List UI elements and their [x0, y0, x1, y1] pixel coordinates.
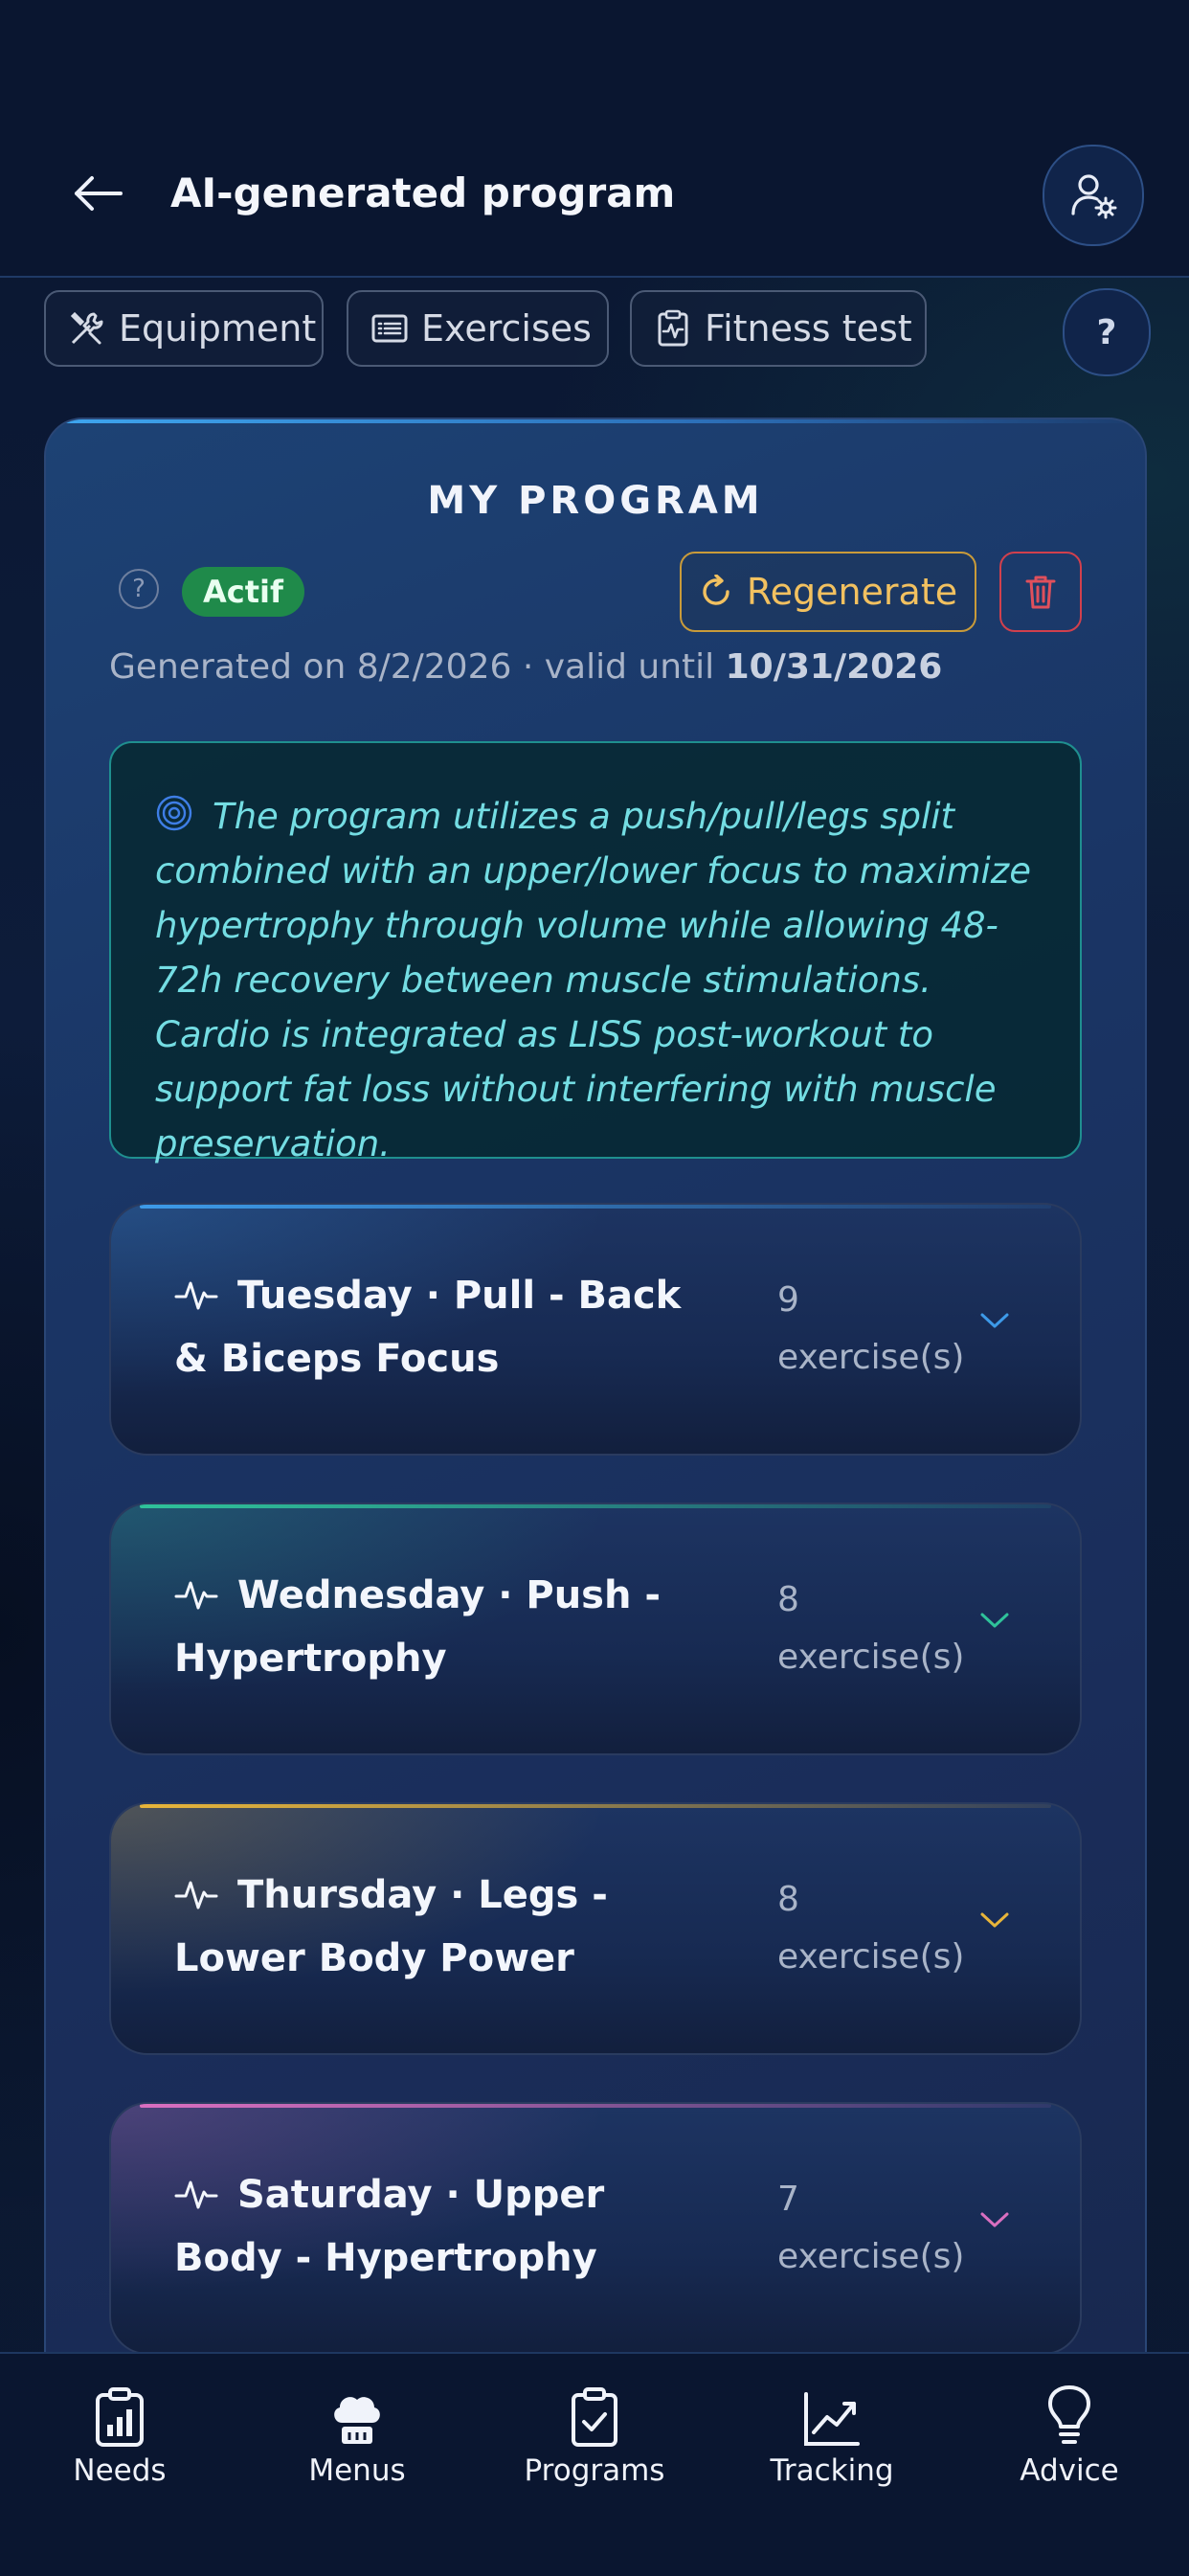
regenerate-button[interactable]: Regenerate	[680, 552, 976, 632]
nav-programs[interactable]: Programs	[499, 2371, 690, 2488]
generated-prefix: Generated on 8/2/2026 · valid until	[109, 647, 726, 687]
exercises-chip-label: Exercises	[421, 307, 592, 350]
nav-advice-label: Advice	[1020, 2453, 1119, 2488]
program-summary: The program utilizes a push/pull/legs sp…	[109, 741, 1082, 1164]
nav-programs-label: Programs	[524, 2453, 665, 2488]
clipboard-pulse-icon	[658, 309, 688, 347]
exercise-count: 9 exercise(s)	[777, 1280, 965, 1377]
fitness-test-chip-label: Fitness test	[705, 307, 912, 350]
exercises-chip[interactable]: Exercises	[347, 290, 609, 367]
status-badge: Actif	[182, 567, 304, 617]
nav-needs-label: Needs	[73, 2453, 167, 2488]
generated-date-line: Generated on 8/2/2026 · valid until 10/3…	[109, 647, 942, 687]
day-card-wednesday[interactable]: Wednesday · Push - Hypertrophy 8 exercis…	[109, 1503, 1082, 1755]
top-app-bar: AI-generated program	[0, 0, 1189, 278]
bottom-navigation: Needs Menus Programs Tracking Advice	[0, 2352, 1189, 2576]
trash-icon	[1025, 576, 1056, 609]
help-button[interactable]: ?	[1063, 288, 1151, 376]
nav-needs[interactable]: Needs	[24, 2371, 215, 2488]
program-heading: MY PROGRAM	[427, 479, 764, 523]
exercise-count: 7 exercise(s)	[777, 2180, 965, 2276]
program-card: MY PROGRAM ? Actif Regenerate Generated …	[44, 418, 1147, 2390]
day-title: Tuesday · Pull - Back & Biceps Focus	[174, 1274, 682, 1381]
chef-hat-icon	[334, 2397, 380, 2444]
day-title: Wednesday · Push - Hypertrophy	[174, 1573, 661, 1681]
valid-until-date: 10/31/2026	[725, 647, 943, 687]
trend-chart-icon	[804, 2392, 860, 2446]
program-summary-text: The program utilizes a push/pull/legs sp…	[155, 796, 1031, 1164]
day-title: Saturday · Upper Body - Hypertrophy	[174, 2173, 605, 2280]
chevron-down-icon	[980, 2212, 1009, 2227]
day-card-thursday[interactable]: Thursday · Legs - Lower Body Power 8 exe…	[109, 1802, 1082, 2055]
chevron-down-icon	[980, 1613, 1009, 1628]
day-title: Thursday · Legs - Lower Body Power	[174, 1873, 608, 1980]
page-title: AI-generated program	[170, 169, 676, 216]
lightbulb-icon	[1048, 2385, 1090, 2444]
back-button[interactable]	[67, 165, 128, 222]
day-card-tuesday[interactable]: Tuesday · Pull - Back & Biceps Focus 9 e…	[109, 1203, 1082, 1456]
equipment-chip[interactable]: Equipment	[44, 290, 324, 367]
arrow-left-icon	[75, 176, 123, 211]
status-help-icon[interactable]: ?	[119, 569, 159, 609]
bar-chart-clipboard-icon	[96, 2387, 144, 2447]
profile-settings-button[interactable]	[1043, 145, 1144, 246]
equipment-chip-label: Equipment	[119, 307, 317, 350]
nav-advice[interactable]: Advice	[974, 2371, 1165, 2488]
exercise-count: 8 exercise(s)	[777, 1580, 965, 1677]
nav-tracking[interactable]: Tracking	[736, 2371, 928, 2488]
nav-menus-label: Menus	[308, 2453, 406, 2488]
nav-menus[interactable]: Menus	[261, 2371, 453, 2488]
nav-tracking-label: Tracking	[770, 2453, 894, 2488]
exercise-count: 8 exercise(s)	[777, 1880, 965, 1977]
day-card-saturday[interactable]: Saturday · Upper Body - Hypertrophy 7 ex…	[109, 2102, 1082, 2355]
clipboard-check-icon	[572, 2387, 617, 2447]
chevron-down-icon	[980, 1912, 1009, 1928]
user-gear-icon	[1071, 174, 1117, 219]
target-icon	[156, 795, 192, 831]
chevron-down-icon	[980, 1313, 1009, 1328]
tools-icon	[70, 311, 103, 345]
refresh-icon	[703, 575, 729, 605]
list-icon	[371, 314, 408, 343]
regenerate-label: Regenerate	[746, 571, 958, 613]
delete-button[interactable]	[999, 552, 1082, 632]
fitness-test-chip[interactable]: Fitness test	[630, 290, 927, 367]
